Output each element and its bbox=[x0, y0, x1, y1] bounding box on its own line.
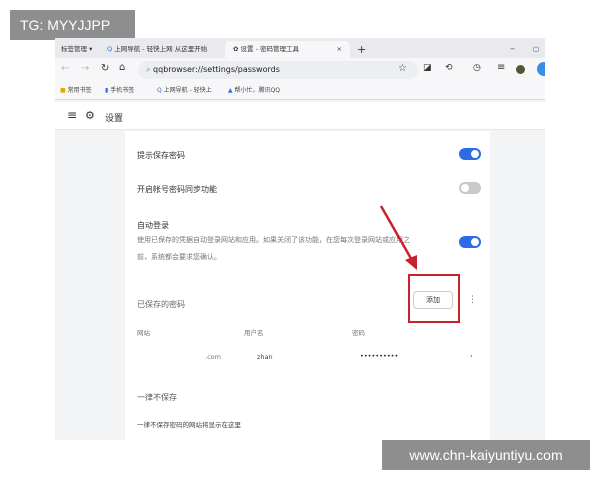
bookmark-item[interactable]: ▮ 手机书签 bbox=[105, 82, 134, 100]
sync-toggle[interactable] bbox=[459, 182, 481, 194]
saved-passwords-heading: 已保存的密码 bbox=[137, 300, 185, 309]
more-options-icon[interactable]: ⋮ bbox=[468, 295, 477, 305]
bookmark-item[interactable]: ■ 常用书签 bbox=[60, 82, 92, 100]
never-save-heading: 一律不保存 bbox=[137, 393, 177, 402]
history-icon[interactable]: ◷ bbox=[473, 63, 481, 73]
account-icon[interactable] bbox=[537, 62, 545, 76]
qq-icon: Q bbox=[107, 45, 113, 53]
column-password: 密码 bbox=[352, 329, 365, 337]
never-save-description: 一律不保存密码的网站将显示在这里 bbox=[137, 421, 241, 429]
column-username: 用户名 bbox=[244, 329, 264, 337]
column-site: 网站 bbox=[137, 329, 150, 337]
tab-navigation[interactable]: Q 上网导航 - 轻快上网 从这里开始 bbox=[107, 41, 225, 58]
search-icon: ⌕ bbox=[146, 65, 151, 74]
overlay-label-top: TG: MYYJJPP bbox=[10, 10, 135, 40]
bookmark-item[interactable]: ▲ 帮小忙，腾讯QQ bbox=[228, 82, 280, 100]
close-tab-icon[interactable]: × bbox=[337, 41, 342, 58]
avatar[interactable] bbox=[516, 65, 525, 74]
red-arrow-annotation bbox=[379, 205, 417, 270]
forward-icon[interactable]: → bbox=[81, 63, 89, 74]
maximize-button[interactable]: ▢ bbox=[533, 41, 539, 58]
auto-login-toggle[interactable] bbox=[459, 236, 481, 248]
settings-header: ≡ ⚙ 设置 bbox=[55, 102, 545, 130]
bookmark-manager-tab[interactable]: 标签管理 ▾ bbox=[61, 41, 92, 58]
sync-icon[interactable]: ⟲ bbox=[445, 63, 453, 73]
back-icon[interactable]: ← bbox=[61, 63, 69, 74]
highlight-box bbox=[408, 274, 460, 323]
bookmark-item[interactable]: Q 上网导航 - 轻快上 bbox=[157, 82, 212, 100]
gear-icon: ⚙ bbox=[85, 109, 95, 122]
extension-icon[interactable]: ◪ bbox=[423, 63, 432, 73]
hamburger-icon[interactable]: ≡ bbox=[67, 108, 77, 122]
reload-icon[interactable]: ↻ bbox=[101, 63, 109, 74]
tab-bar: 标签管理 ▾ Q 上网导航 - 轻快上网 从这里开始 ✿ 设置 - 密码管理工具… bbox=[55, 38, 545, 58]
overlay-label-bottom: www.chn-kaiyuntiyu.com bbox=[382, 440, 590, 470]
new-tab-button[interactable]: + bbox=[357, 41, 366, 58]
browser-window: 标签管理 ▾ Q 上网导航 - 轻快上网 从这里开始 ✿ 设置 - 密码管理工具… bbox=[55, 38, 545, 440]
prompt-save-toggle[interactable] bbox=[459, 148, 481, 160]
auto-login-label: 自动登录 bbox=[137, 221, 169, 230]
toolbar: ← → ↻ ⌂ ⌕ qqbrowser://settings/passwords… bbox=[55, 58, 545, 82]
page-title: 设置 bbox=[105, 114, 124, 124]
star-icon[interactable]: ☆ bbox=[398, 63, 407, 74]
minimize-button[interactable]: − bbox=[510, 41, 515, 58]
chevron-right-icon[interactable]: › bbox=[470, 352, 473, 360]
prompt-save-label: 提示保存密码 bbox=[137, 151, 185, 160]
bookmarks-bar: ■ 常用书签 ▮ 手机书签 Q 上网导航 - 轻快上 ▲ 帮小忙，腾讯QQ bbox=[55, 82, 545, 100]
gear-icon: ✿ bbox=[233, 45, 239, 53]
tab-settings[interactable]: ✿ 设置 - 密码管理工具 × bbox=[225, 41, 350, 58]
sync-label: 开启帐号密码同步功能 bbox=[137, 185, 217, 194]
home-icon[interactable]: ⌂ bbox=[119, 62, 125, 73]
menu-icon[interactable]: ≡ bbox=[497, 62, 505, 73]
password-row[interactable]: .com zhan •••••••••• › bbox=[125, 347, 490, 367]
address-bar[interactable]: ⌕ qqbrowser://settings/passwords bbox=[138, 61, 418, 79]
